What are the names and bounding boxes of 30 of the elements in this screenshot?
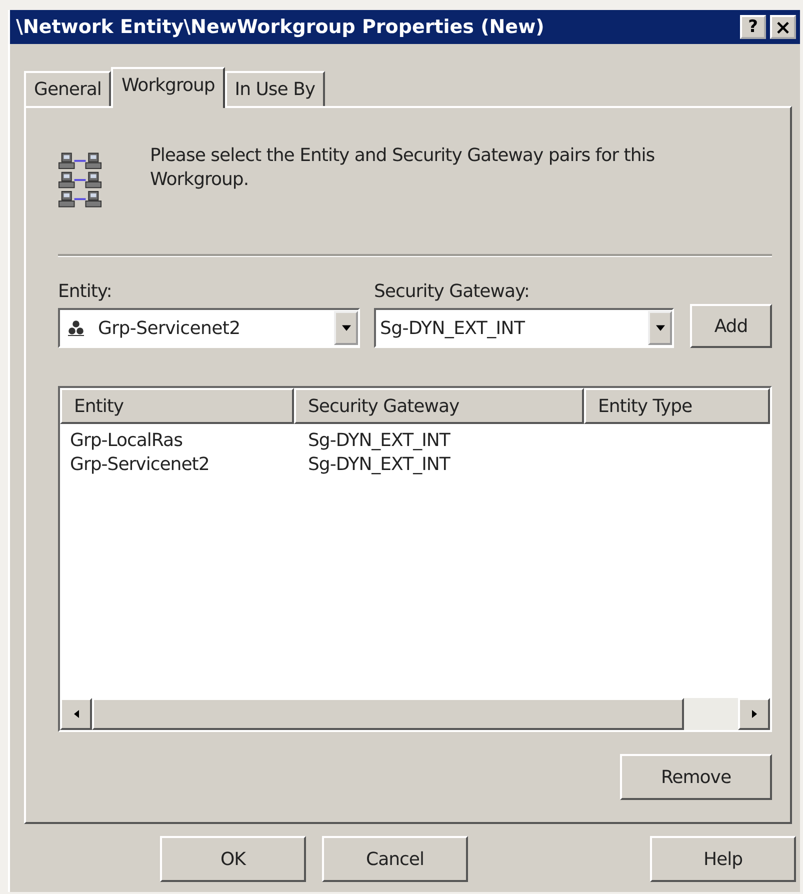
workgroup-icon <box>58 150 102 210</box>
close-button[interactable]: × <box>770 15 796 39</box>
description-text: Please select the Entity and Security Gateway pairs for this Workgroup. <box>150 144 656 192</box>
table-cell-text: Grp-Servicenet2 <box>69 454 210 477</box>
tab[interactable]: In Use By <box>224 71 326 106</box>
scroll-thumb[interactable] <box>92 698 684 730</box>
entity-dropdown[interactable]: Grp-Servicenet2 <box>58 308 360 348</box>
table-cell-text: Grp-LocalRas <box>69 430 184 453</box>
table-cell-text: Sg-DYN_EXT_INT <box>307 454 452 477</box>
dropdown-arrow-icon <box>656 325 664 331</box>
group-icon <box>68 320 84 336</box>
help-button[interactable]: Help <box>650 836 796 882</box>
help-button[interactable]: ? <box>740 15 766 39</box>
column-header[interactable]: Security Gateway <box>294 388 584 424</box>
scroll-left-icon <box>74 710 78 718</box>
dropdown-arrow-icon <box>342 325 350 331</box>
add-button[interactable]: Add <box>690 304 772 348</box>
horizontal-scrollbar[interactable] <box>60 698 770 730</box>
table-cell-text: Sg-DYN_EXT_INT <box>307 430 452 453</box>
cancel-button[interactable]: Cancel <box>322 836 468 882</box>
column-header[interactable]: Entity <box>60 388 294 424</box>
column-header[interactable]: Entity Type <box>584 388 770 424</box>
entity-label: Entity: <box>58 281 113 302</box>
security-gateway-dropdown[interactable]: Sg-DYN_EXT_INT <box>374 308 674 348</box>
security-gateway-label: Security Gateway: <box>374 281 530 302</box>
tab[interactable]: Workgroup <box>111 67 225 108</box>
remove-button[interactable]: Remove <box>620 754 772 800</box>
ok-button[interactable]: OK <box>160 836 306 882</box>
window-title: \Network Entity\NewWorkgroup Properties (New) <box>16 16 544 38</box>
scroll-right-icon <box>752 710 756 718</box>
